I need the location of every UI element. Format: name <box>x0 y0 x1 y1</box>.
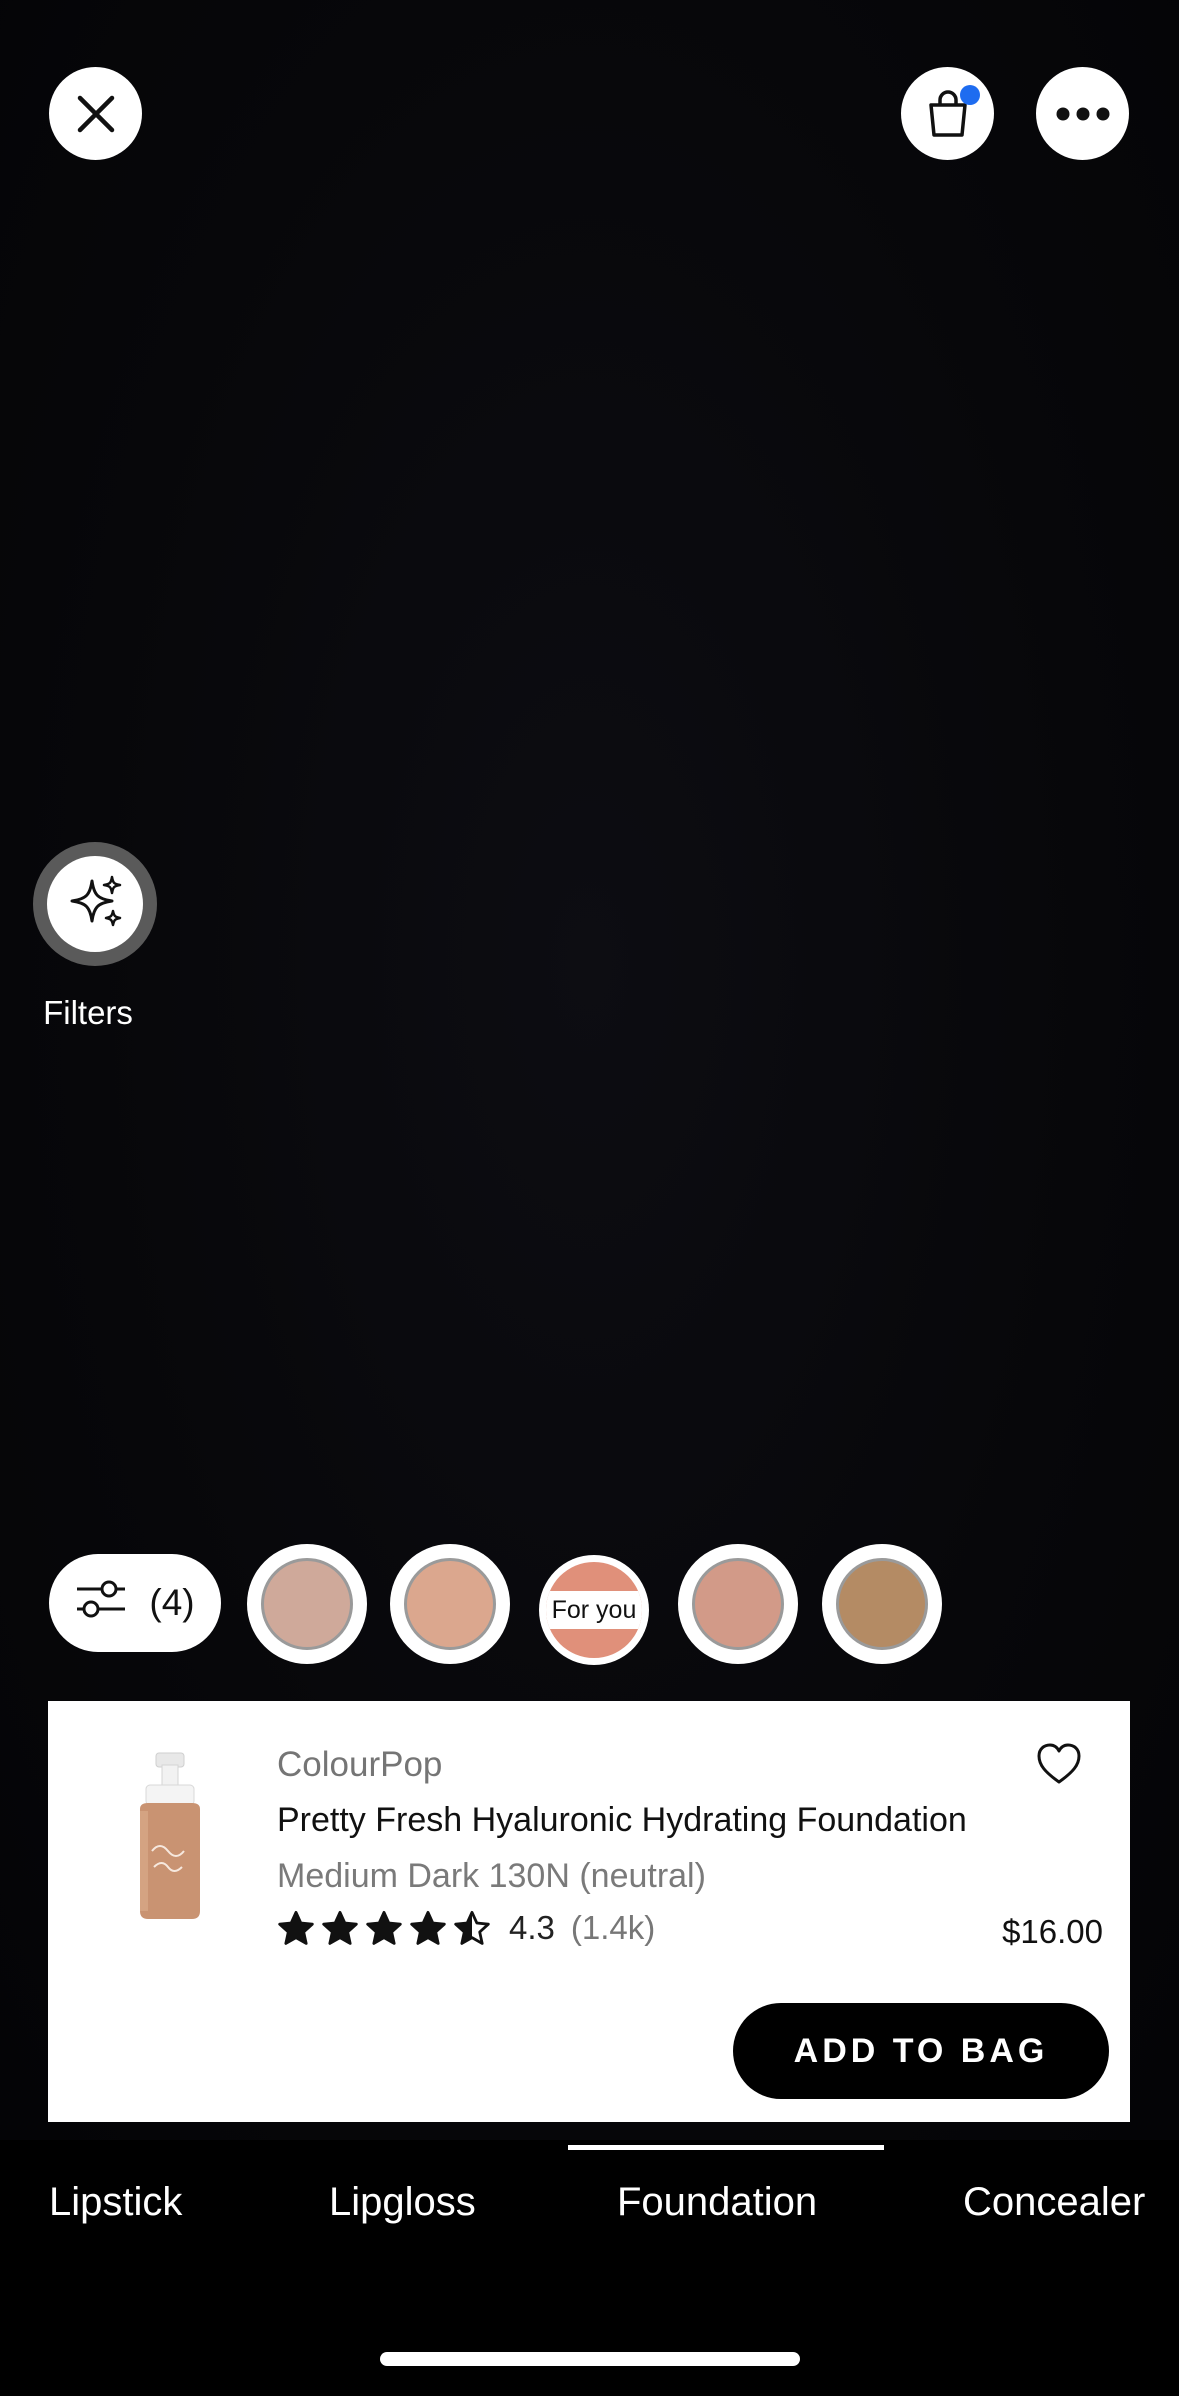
swatch-color <box>404 1558 496 1650</box>
product-brand: ColourPop <box>277 1745 443 1784</box>
filters-button[interactable] <box>33 842 157 966</box>
category-tabs: Lipstick Lipgloss Foundation Concealer <box>0 2140 1179 2396</box>
star-icon <box>454 1910 490 1945</box>
rating-stars <box>277 1910 491 1946</box>
more-icon <box>1056 107 1110 121</box>
sparkles-icon <box>66 873 124 936</box>
favorite-button[interactable] <box>1036 1743 1082 1790</box>
filters-label: Filters <box>43 994 133 1031</box>
shade-selector: (4) For you <box>0 1544 1179 1665</box>
star-icon <box>366 1910 402 1945</box>
active-tab-indicator <box>568 2145 884 2150</box>
more-options-button[interactable] <box>1036 67 1129 160</box>
sliders-icon <box>75 1577 127 1630</box>
heart-icon <box>1036 1743 1082 1789</box>
shade-adjust-button[interactable]: (4) <box>49 1554 221 1652</box>
review-count: (1.4k) <box>570 1909 656 1946</box>
star-icon <box>278 1910 314 1945</box>
close-button[interactable] <box>49 67 142 160</box>
shade-swatch-for-you[interactable]: For you <box>539 1555 649 1665</box>
shade-swatch[interactable] <box>247 1544 367 1664</box>
tab-lipstick[interactable]: Lipstick <box>49 2180 182 2225</box>
product-card[interactable]: ColourPop Pretty Fresh Hyaluronic Hydrat… <box>48 1701 1130 2122</box>
swatch-color <box>261 1558 353 1650</box>
swatch-color <box>836 1558 928 1650</box>
shade-swatch[interactable] <box>390 1544 510 1664</box>
shade-adjust-count: (4) <box>149 1582 195 1623</box>
shade-swatch[interactable] <box>822 1544 942 1664</box>
star-icon <box>322 1910 358 1945</box>
add-to-bag-button[interactable]: ADD TO BAG <box>733 2003 1109 2099</box>
swatch-color <box>692 1558 784 1650</box>
for-you-label: For you <box>546 1591 642 1629</box>
filters-control[interactable]: Filters <box>33 842 157 1031</box>
product-shade: Medium Dark 130N (neutral) <box>277 1857 706 1895</box>
notification-dot <box>960 85 980 105</box>
home-indicator <box>380 2352 800 2366</box>
tab-foundation[interactable]: Foundation <box>617 2180 817 2225</box>
shade-swatch[interactable] <box>678 1544 798 1664</box>
swatch-color: For you <box>546 1562 642 1658</box>
product-price: $16.00 <box>1002 1913 1103 1950</box>
product-image <box>126 1751 216 1921</box>
product-rating: 4.3 (1.4k) <box>277 1909 655 1947</box>
rating-score: 4.3 <box>509 1909 555 1946</box>
tab-concealer[interactable]: Concealer <box>963 2180 1145 2225</box>
tab-lipgloss[interactable]: Lipgloss <box>329 2180 476 2225</box>
shopping-bag-button[interactable] <box>901 67 994 160</box>
product-name: Pretty Fresh Hyaluronic Hydrating Founda… <box>277 1801 967 1839</box>
star-icon <box>410 1910 446 1945</box>
close-icon <box>76 94 116 134</box>
